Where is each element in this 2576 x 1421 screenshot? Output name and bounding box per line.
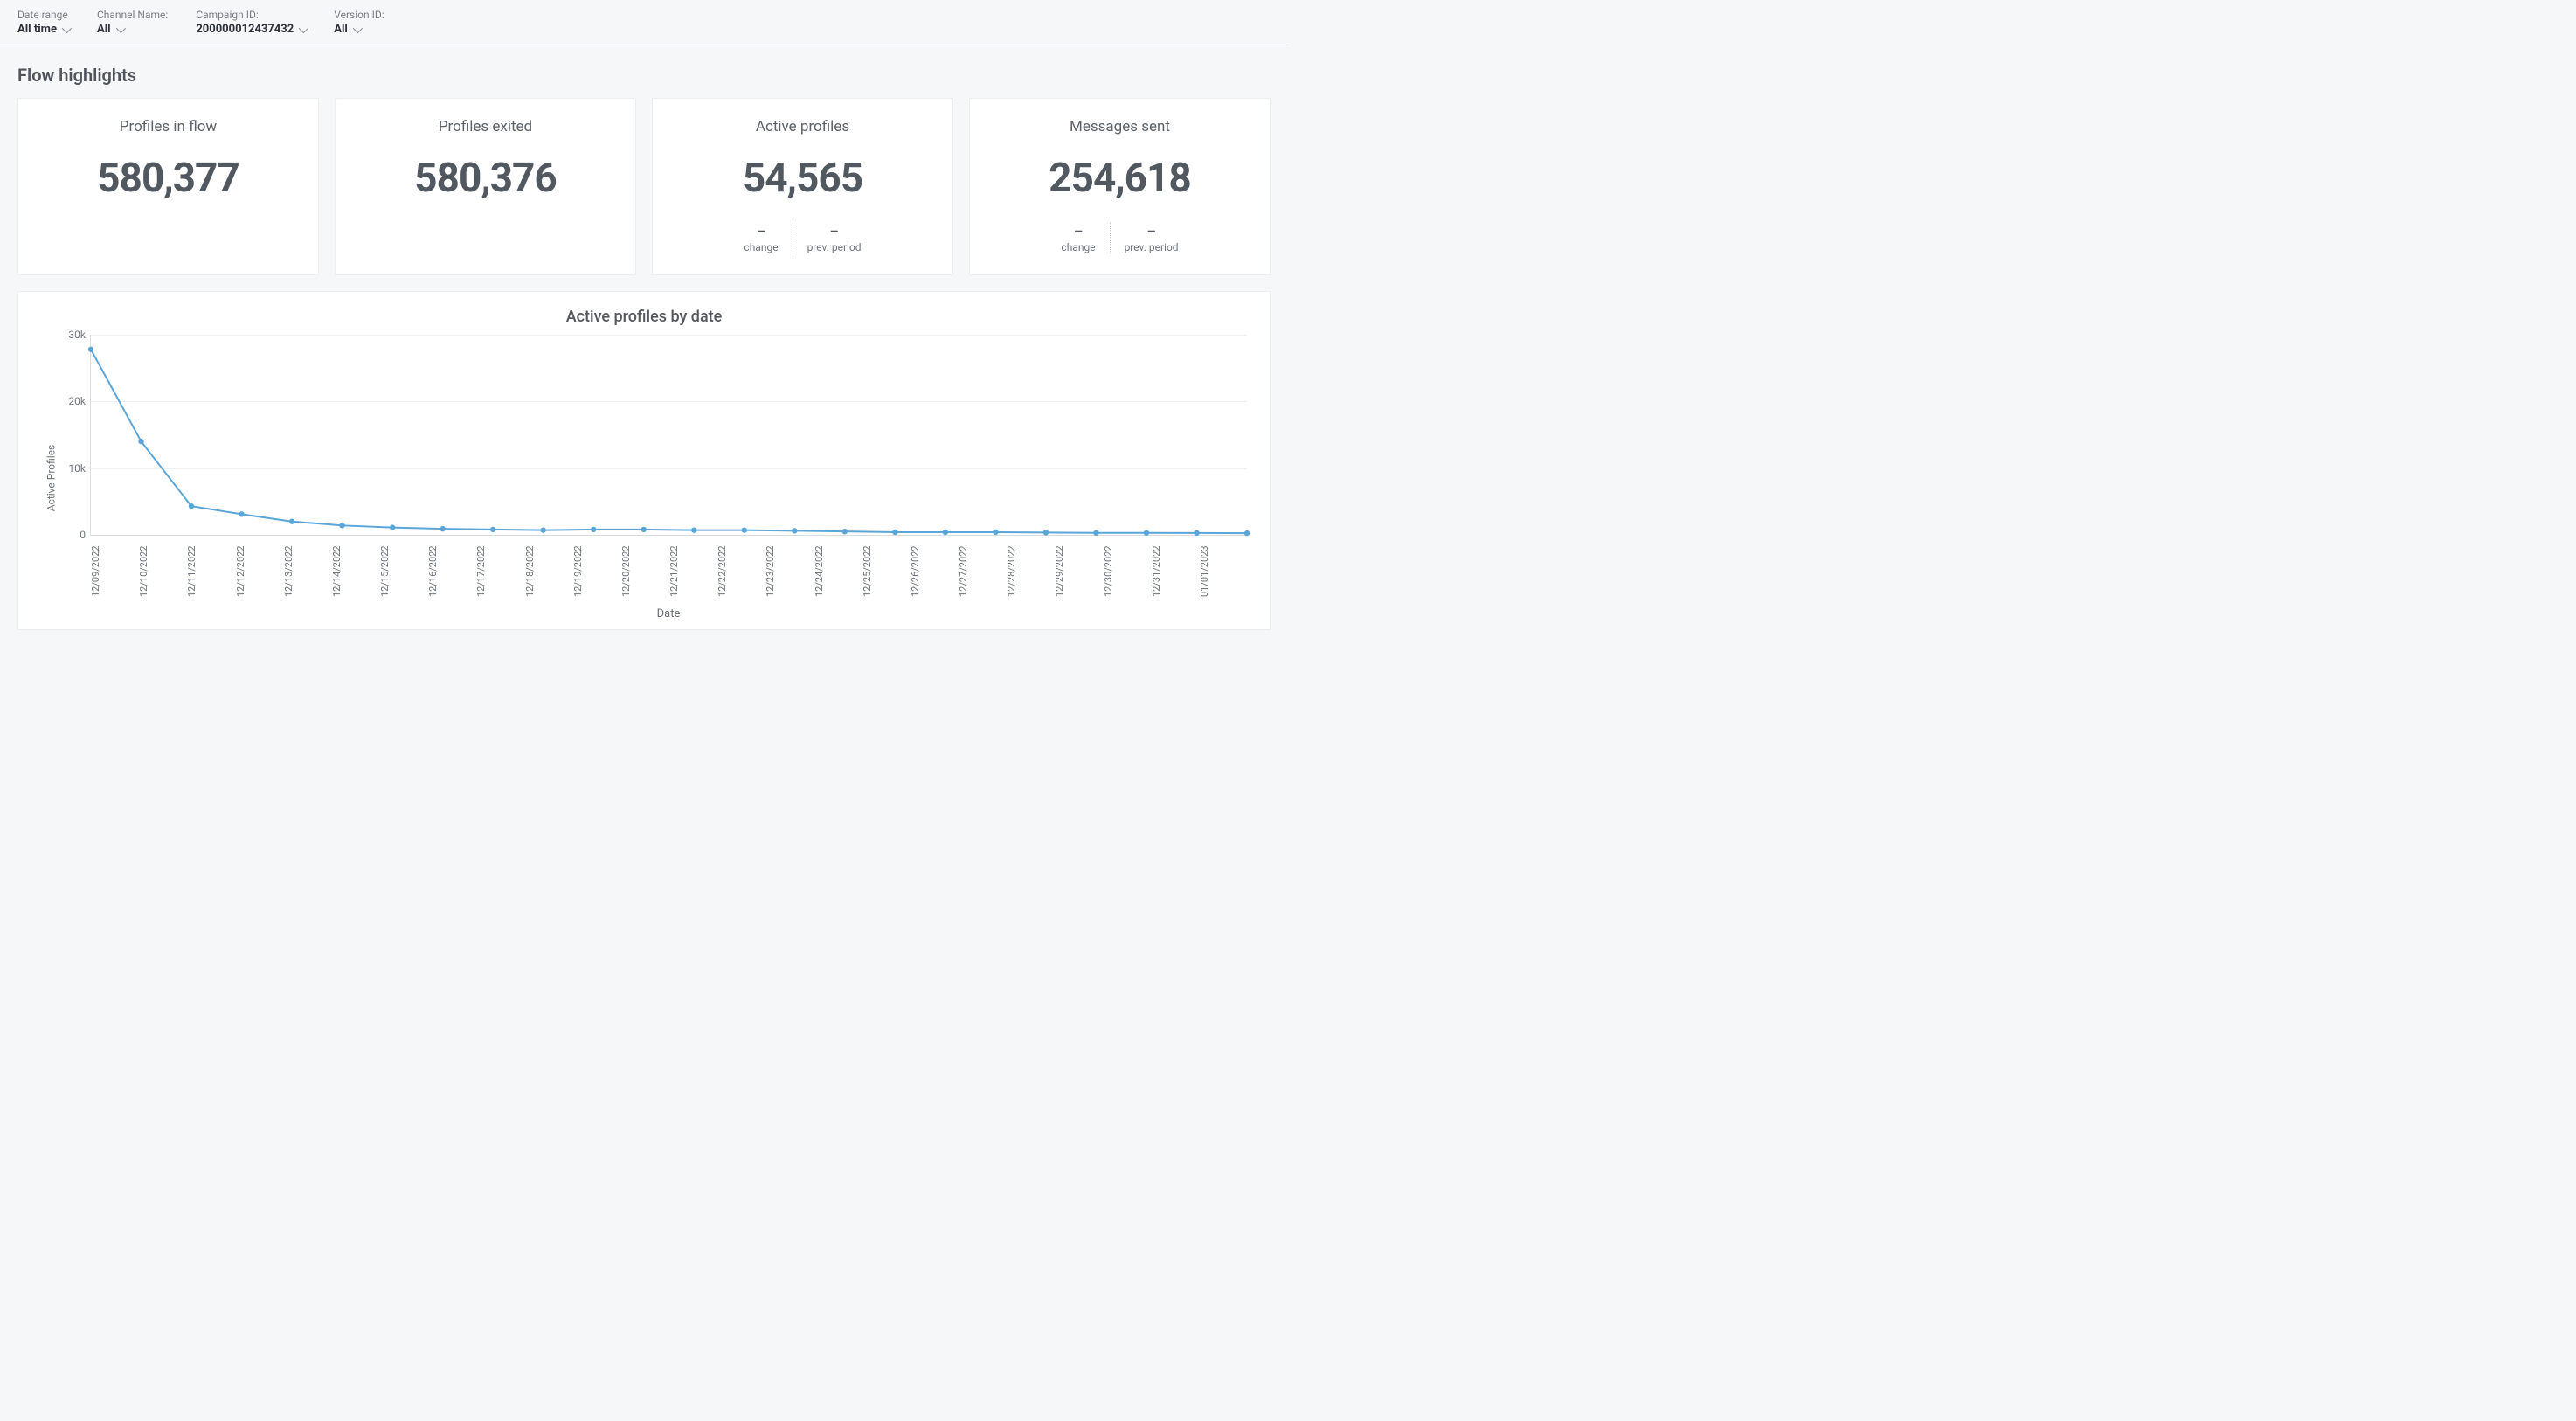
filter-date-range[interactable]: Date range All time	[17, 9, 69, 36]
chart-xtick: 12/26/2022	[910, 541, 958, 602]
card-active-profiles: Active profiles 54,565 – change – prev. …	[652, 98, 953, 275]
filter-value[interactable]: All	[334, 23, 384, 36]
filter-label: Channel Name:	[97, 9, 168, 21]
chart-ytick: 0	[56, 529, 86, 541]
chevron-down-icon	[299, 23, 308, 32]
filter-campaign-id[interactable]: Campaign ID: 200000012437432	[196, 9, 306, 36]
card-meta: – change – prev. period	[1047, 223, 1192, 253]
filter-value-text: All	[334, 23, 348, 36]
chevron-down-icon	[115, 23, 125, 32]
chart-xtick: 12/13/2022	[283, 541, 331, 602]
kpi-cards: Profiles in flow 580,377 Profiles exited…	[0, 98, 1288, 291]
filter-label: Version ID:	[334, 9, 384, 21]
filter-value-text: All	[97, 23, 111, 36]
chart-xtick: 12/25/2022	[862, 541, 910, 602]
chart-ylabel: Active Profiles	[45, 444, 57, 511]
chart-xtick: 12/30/2022	[1103, 541, 1151, 602]
chart-title: Active profiles by date	[41, 308, 1247, 326]
meta-value: –	[757, 223, 765, 239]
meta-change: – change	[730, 223, 792, 253]
meta-label: change	[1061, 241, 1095, 253]
card-title: Active profiles	[756, 118, 849, 135]
chart-ytick: 30k	[56, 329, 86, 341]
chart-xtick-row: 12/09/202212/10/202212/11/202212/12/2022…	[90, 536, 1247, 602]
meta-value: –	[1074, 223, 1083, 239]
chart-xtick: 12/16/2022	[427, 541, 475, 602]
meta-value: –	[1147, 223, 1156, 239]
chart-xtick: 12/18/2022	[524, 541, 572, 602]
chart-ylabel-wrap: Active Profiles	[41, 335, 60, 620]
card-profiles-in-flow: Profiles in flow 580,377	[17, 98, 319, 275]
chart-xtick: 12/11/2022	[186, 541, 234, 602]
card-title: Profiles exited	[439, 118, 532, 135]
chevron-down-icon	[62, 23, 72, 32]
chart-xlabel: Date	[90, 607, 1247, 620]
chart-xtick: 12/31/2022	[1151, 541, 1199, 602]
chart-xtick: 12/28/2022	[1006, 541, 1054, 602]
chart-xtick: 12/21/2022	[668, 541, 717, 602]
section-title: Flow highlights	[0, 45, 1288, 98]
chart-xtick: 12/14/2022	[331, 541, 379, 602]
card-meta: – change – prev. period	[730, 223, 875, 253]
meta-label: change	[744, 241, 778, 253]
meta-label: prev. period	[1125, 241, 1179, 253]
chevron-down-icon	[353, 23, 363, 32]
filter-value[interactable]: All	[97, 23, 168, 36]
chart-xtick: 12/24/2022	[814, 541, 862, 602]
chart-xtick: 12/15/2022	[379, 541, 427, 602]
card-value: 254,618	[1049, 155, 1191, 202]
chart-ytick: 10k	[56, 462, 86, 475]
meta-label: prev. period	[807, 241, 862, 253]
card-messages-sent: Messages sent 254,618 – change – prev. p…	[969, 98, 1271, 275]
chart-xtick: 01/01/2023	[1199, 541, 1247, 602]
filter-channel-name[interactable]: Channel Name: All	[97, 9, 168, 36]
chart-xtick: 12/22/2022	[717, 541, 765, 602]
filter-label: Date range	[17, 9, 69, 21]
card-value: 580,376	[414, 155, 557, 202]
chart-xtick: 12/29/2022	[1054, 541, 1102, 602]
chart-series	[91, 335, 1247, 535]
filter-value-text: All time	[17, 23, 57, 36]
meta-prev-period: – prev. period	[793, 223, 876, 253]
filter-label: Campaign ID:	[196, 9, 306, 21]
chart-plot-area: 010k20k30k	[90, 335, 1247, 536]
filter-value-text: 200000012437432	[196, 23, 294, 36]
chart-xtick: 12/27/2022	[958, 541, 1006, 602]
filter-version-id[interactable]: Version ID: All	[334, 9, 384, 36]
chart-xtick: 12/17/2022	[475, 541, 523, 602]
card-value: 580,377	[97, 155, 239, 202]
chart-xtick: 12/10/2022	[138, 541, 186, 602]
chart-ytick: 20k	[56, 395, 86, 407]
meta-prev-period: – prev. period	[1110, 223, 1193, 253]
chart-xtick: 12/09/2022	[90, 541, 138, 602]
chart-xtick: 12/23/2022	[765, 541, 813, 602]
meta-value: –	[830, 223, 839, 239]
filter-value[interactable]: 200000012437432	[196, 23, 306, 36]
card-title: Messages sent	[1070, 118, 1170, 135]
card-title: Profiles in flow	[120, 118, 217, 135]
chart-active-profiles-by-date: Active profiles by date Active Profiles …	[17, 291, 1271, 630]
chart-xtick: 12/12/2022	[235, 541, 283, 602]
card-value: 54,565	[743, 155, 862, 202]
chart-xtick: 12/20/2022	[620, 541, 668, 602]
filter-bar: Date range All time Channel Name: All Ca…	[0, 0, 1288, 45]
meta-change: – change	[1047, 223, 1109, 253]
card-profiles-exited: Profiles exited 580,376	[335, 98, 636, 275]
filter-value[interactable]: All time	[17, 23, 69, 36]
chart-xtick: 12/19/2022	[572, 541, 620, 602]
